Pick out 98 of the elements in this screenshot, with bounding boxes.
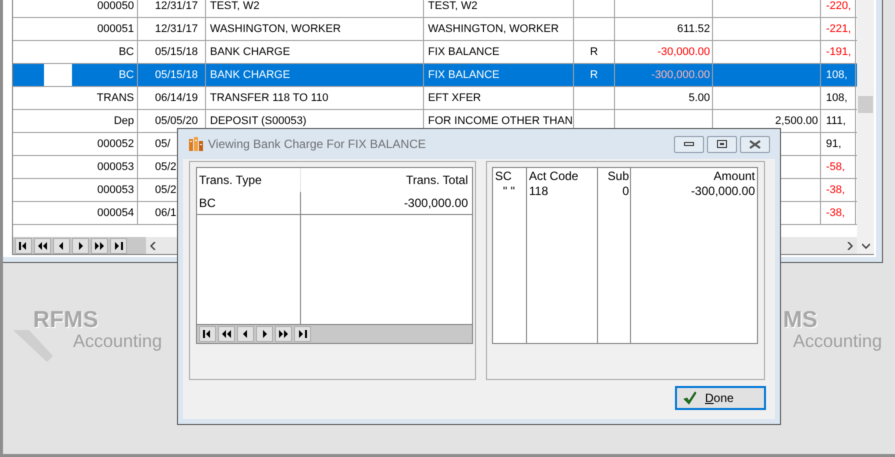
- scroll-right-icon[interactable]: [847, 242, 853, 250]
- table-cell-text: -300,000.00: [402, 195, 469, 212]
- table-cell: 91,: [826, 138, 842, 150]
- table-cell: BC: [118, 69, 134, 81]
- previous-icon[interactable]: [53, 238, 70, 254]
- table-cell: TEST, W2: [428, 0, 478, 12]
- logo-tagline: Accounting: [793, 332, 882, 350]
- table-cell: 06/14/19: [155, 92, 198, 104]
- table-cell: Dep: [114, 115, 134, 127]
- table-cell: TRANS: [96, 92, 134, 104]
- table-cell: FIX BALANCE: [428, 46, 500, 58]
- first-icon[interactable]: [15, 238, 32, 254]
- table-cell: BANK CHARGE: [210, 69, 290, 81]
- table-cell: 108,: [826, 69, 848, 81]
- table-cell: 05/15/18: [155, 46, 198, 58]
- table-cell-text: -300,000.00: [690, 184, 756, 199]
- grid-row[interactable]: BC 05/15/18 BANK CHARGE FIX BALANCE R -30,000.00 -191,: [13, 41, 857, 64]
- table-cell: 611.52: [677, 23, 710, 35]
- table-cell: 000052: [97, 138, 134, 150]
- column-header[interactable]: Sub: [598, 168, 630, 184]
- table-cell: 12/31/17: [155, 23, 198, 35]
- table-cell-text: 0: [621, 184, 630, 199]
- scroll-left-icon[interactable]: [150, 242, 156, 250]
- first-icon[interactable]: [199, 326, 216, 342]
- logo-name: RFMS: [33, 308, 98, 331]
- grid-row[interactable]: TRANS 06/14/19 TRANSFER 118 TO 110 EFT XFER 5.00 108,: [13, 87, 857, 110]
- table-cell: TEST, W2: [210, 0, 260, 12]
- next-icon[interactable]: [256, 326, 273, 342]
- table-cell: 05/15/18: [155, 69, 198, 81]
- table-cell: BANK CHARGE: [210, 46, 290, 58]
- rewind-icon[interactable]: [34, 238, 51, 254]
- checkmark-icon: [683, 391, 697, 405]
- table-cell: 05/: [155, 138, 170, 150]
- table-cell: 000053: [97, 161, 134, 173]
- table-cell: -300,000.00: [651, 69, 710, 81]
- table-cell: -221,: [826, 23, 852, 35]
- table-cell: WASHINGTON, WORKER: [210, 23, 341, 35]
- maximize-button[interactable]: [707, 136, 737, 152]
- table-cell: 12/31/17: [155, 0, 198, 12]
- column-header[interactable]: Trans. Total: [301, 168, 472, 192]
- last-icon[interactable]: [294, 326, 311, 342]
- previous-icon[interactable]: [237, 326, 254, 342]
- table-cell: R: [590, 69, 598, 81]
- rewind-icon[interactable]: [218, 326, 235, 342]
- table-cell: 05/2: [155, 184, 176, 196]
- grid-row[interactable]: 000050 12/31/17 TEST, W2 TEST, W2 -220,: [13, 0, 857, 18]
- table-cell: -38,: [826, 184, 845, 196]
- minimize-button[interactable]: [674, 136, 704, 152]
- ledger-icon: [188, 136, 204, 152]
- fast-forward-icon[interactable]: [91, 238, 108, 254]
- table-cell: 111,: [826, 115, 846, 127]
- grid-row[interactable]: BC 05/15/18 BANK CHARGE FIX BALANCE R -300,000.00 108,: [13, 64, 857, 87]
- table-cell: DEPOSIT (S00053): [210, 115, 306, 127]
- grid-row[interactable]: 000051 12/31/17 WASHINGTON, WORKER WASHINGTON, WORKER 611.52 -221,: [13, 18, 857, 41]
- minimize-icon: [684, 142, 694, 146]
- fast-forward-icon[interactable]: [275, 326, 292, 342]
- table-cell-text: 118: [528, 184, 550, 199]
- table-cell: 108,: [826, 92, 848, 104]
- column-header[interactable]: SC: [493, 168, 526, 184]
- logo-name: MS: [783, 308, 818, 331]
- table-cell: 000054: [97, 207, 134, 219]
- table-cell: 06/1: [155, 207, 176, 219]
- close-button[interactable]: [740, 136, 770, 152]
- table-cell: -38,: [826, 207, 845, 219]
- table-cell: -191,: [826, 46, 852, 58]
- close-icon: [749, 140, 761, 148]
- table-cell: 000050: [97, 0, 134, 12]
- column-header[interactable]: Amount: [631, 168, 757, 184]
- scroll-thumb[interactable]: [858, 96, 873, 113]
- table-cell: BC: [197, 192, 301, 214]
- table-cell: R: [590, 46, 598, 58]
- logo-tagline: Accounting: [73, 332, 162, 350]
- table-cell: EFT XFER: [428, 92, 481, 104]
- window-title: Viewing Bank Charge For FIX BALANCE: [208, 136, 426, 153]
- table-cell: -30,000.00: [657, 46, 710, 58]
- last-icon[interactable]: [110, 238, 127, 254]
- done-button[interactable]: Done: [675, 386, 766, 410]
- table-cell: BC: [118, 46, 134, 58]
- table-cell: TRANSFER 118 TO 110: [210, 92, 328, 104]
- table-cell-text: " ": [502, 184, 516, 199]
- table-cell: 000051: [97, 23, 134, 35]
- column-header[interactable]: Trans. Type: [197, 168, 301, 192]
- row-indicator: [41, 64, 72, 86]
- table-cell: FIX BALANCE: [428, 69, 500, 81]
- table-cell: 05/2: [155, 161, 176, 173]
- table-cell: WASHINGTON, WORKER: [428, 23, 559, 35]
- scroll-down-icon[interactable]: [862, 242, 870, 248]
- table-cell: 2,500.00: [775, 115, 818, 127]
- table-cell: -220,: [826, 0, 852, 12]
- table-cell: 05/05/20: [155, 115, 198, 127]
- column-header[interactable]: Act Code: [527, 168, 597, 184]
- table-cell: -58,: [826, 161, 845, 173]
- next-icon[interactable]: [72, 238, 89, 254]
- table-cell: 000053: [97, 184, 134, 196]
- vertical-scrollbar[interactable]: [857, 0, 874, 237]
- table-cell: 5.00: [688, 92, 710, 104]
- table-cell: FOR INCOME OTHER THAN: [428, 115, 573, 127]
- maximize-icon: [717, 140, 727, 148]
